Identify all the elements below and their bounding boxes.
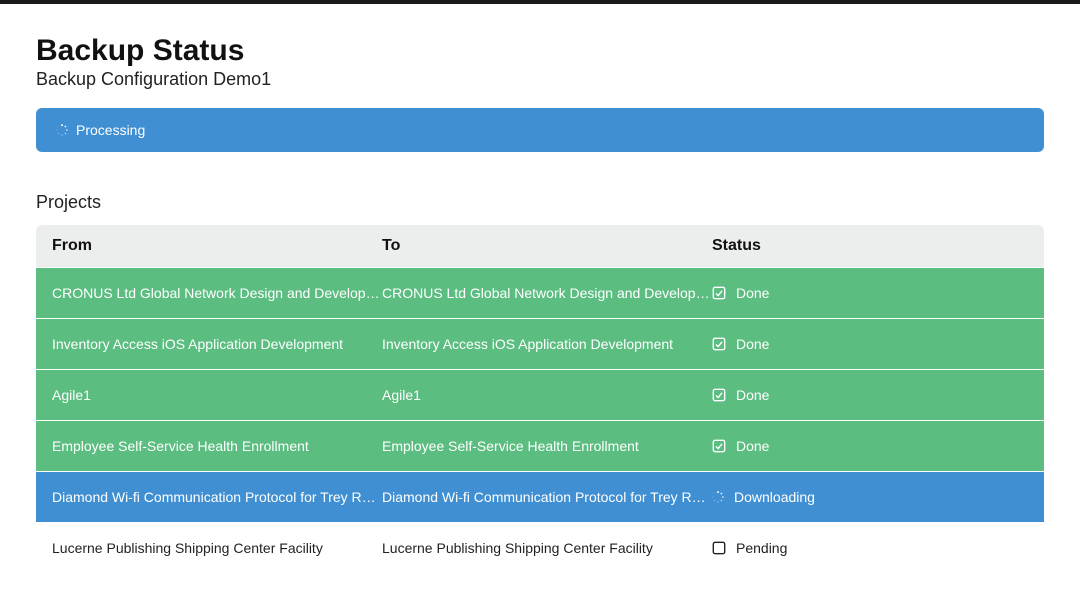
check-square-icon: [712, 286, 726, 300]
status-label: Done: [736, 285, 769, 301]
cell-from: Diamond Wi-fi Communication Protocol for…: [52, 489, 382, 505]
cell-status: Pending: [712, 540, 1028, 556]
page-subtitle: Backup Configuration Demo1: [36, 69, 1044, 90]
check-square-icon: [712, 337, 726, 351]
cell-status: Downloading: [712, 489, 1028, 505]
section-title-projects: Projects: [36, 192, 1044, 213]
cell-from: CRONUS Ltd Global Network Design and Dev…: [52, 285, 382, 301]
cell-from: Employee Self-Service Health Enrollment: [52, 438, 382, 454]
cell-from: Agile1: [52, 387, 382, 403]
spinner-icon: [712, 491, 724, 503]
table-body: CRONUS Ltd Global Network Design and Dev…: [36, 268, 1044, 573]
spinner-icon: [56, 124, 68, 136]
column-header-status: Status: [712, 237, 1028, 255]
status-label: Done: [736, 336, 769, 352]
status-label: Done: [736, 387, 769, 403]
page-title: Backup Status: [36, 34, 1044, 67]
column-header-to: To: [382, 237, 712, 255]
cell-to: CRONUS Ltd Global Network Design and Dev…: [382, 285, 712, 301]
cell-status: Done: [712, 438, 1028, 454]
table-header-row: From To Status: [36, 225, 1044, 267]
cell-from: Lucerne Publishing Shipping Center Facil…: [52, 540, 382, 556]
table-row[interactable]: Lucerne Publishing Shipping Center Facil…: [36, 523, 1044, 573]
cell-status: Done: [712, 387, 1028, 403]
cell-to: Inventory Access iOS Application Develop…: [382, 336, 712, 352]
status-label: Pending: [736, 540, 787, 556]
cell-status: Done: [712, 336, 1028, 352]
cell-to: Agile1: [382, 387, 712, 403]
table-row[interactable]: Inventory Access iOS Application Develop…: [36, 319, 1044, 369]
cell-to: Lucerne Publishing Shipping Center Facil…: [382, 540, 712, 556]
cell-status: Done: [712, 285, 1028, 301]
page-container: Backup Status Backup Configuration Demo1…: [0, 4, 1080, 573]
processing-banner-text: Processing: [76, 122, 145, 138]
cell-to: Diamond Wi-fi Communication Protocol for…: [382, 489, 712, 505]
status-label: Downloading: [734, 489, 815, 505]
table-row[interactable]: CRONUS Ltd Global Network Design and Dev…: [36, 268, 1044, 318]
check-square-icon: [712, 439, 726, 453]
projects-table: From To Status CRONUS Ltd Global Network…: [36, 225, 1044, 573]
status-label: Done: [736, 438, 769, 454]
check-square-icon: [712, 388, 726, 402]
column-header-from: From: [52, 237, 382, 255]
cell-to: Employee Self-Service Health Enrollment: [382, 438, 712, 454]
cell-from: Inventory Access iOS Application Develop…: [52, 336, 382, 352]
table-row[interactable]: Agile1Agile1 Done: [36, 370, 1044, 420]
table-row[interactable]: Employee Self-Service Health EnrollmentE…: [36, 421, 1044, 471]
square-icon: [712, 541, 726, 555]
processing-banner: Processing: [36, 108, 1044, 152]
table-row[interactable]: Diamond Wi-fi Communication Protocol for…: [36, 472, 1044, 522]
